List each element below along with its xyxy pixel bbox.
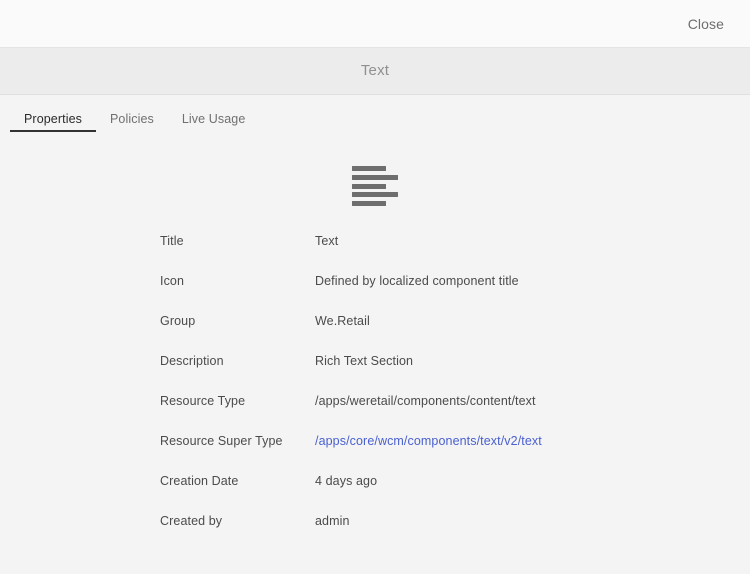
close-button[interactable]: Close: [670, 8, 742, 40]
dialog-action-bar: Close: [0, 0, 750, 48]
icon-bar-3: [352, 184, 386, 189]
tab-live-usage[interactable]: Live Usage: [168, 95, 260, 141]
property-row-created-by: Created by admin: [0, 513, 750, 553]
property-value: Rich Text Section: [315, 353, 413, 369]
properties-list: Title Text Icon Defined by localized com…: [0, 233, 750, 553]
component-details-dialog: Close Text Properties Policies Live Usag…: [0, 0, 750, 574]
property-row-title: Title Text: [0, 233, 750, 273]
property-value: We.Retail: [315, 313, 370, 329]
property-row-group: Group We.Retail: [0, 313, 750, 353]
icon-bar-5: [352, 201, 386, 206]
text-align-left-icon: [352, 166, 398, 206]
property-label: Resource Type: [160, 393, 315, 409]
property-label: Group: [160, 313, 315, 329]
component-icon-container: [0, 153, 750, 219]
property-row-description: Description Rich Text Section: [0, 353, 750, 393]
page-title: Text: [361, 62, 389, 80]
icon-bar-2: [352, 175, 398, 180]
icon-bar-1: [352, 166, 386, 171]
tab-properties[interactable]: Properties: [10, 95, 96, 141]
tab-list: Properties Policies Live Usage: [0, 95, 750, 141]
property-label: Description: [160, 353, 315, 369]
property-row-resource-type: Resource Type /apps/weretail/components/…: [0, 393, 750, 433]
property-value: Text: [315, 233, 338, 249]
property-value: admin: [315, 513, 350, 529]
property-value: /apps/weretail/components/content/text: [315, 393, 536, 409]
property-label: Creation Date: [160, 473, 315, 489]
property-value: 4 days ago: [315, 473, 377, 489]
property-row-creation-date: Creation Date 4 days ago: [0, 473, 750, 513]
resource-super-type-link[interactable]: /apps/core/wcm/components/text/v2/text: [315, 433, 542, 449]
dialog-title-bar: Text: [0, 48, 750, 95]
property-label: Created by: [160, 513, 315, 529]
property-label: Title: [160, 233, 315, 249]
icon-bar-4: [352, 192, 398, 197]
property-row-icon: Icon Defined by localized component titl…: [0, 273, 750, 313]
property-label: Icon: [160, 273, 315, 289]
property-value: Defined by localized component title: [315, 273, 519, 289]
tab-policies[interactable]: Policies: [96, 95, 168, 141]
properties-panel: Title Text Icon Defined by localized com…: [0, 141, 750, 574]
property-label: Resource Super Type: [160, 433, 315, 449]
property-row-resource-super-type: Resource Super Type /apps/core/wcm/compo…: [0, 433, 750, 473]
